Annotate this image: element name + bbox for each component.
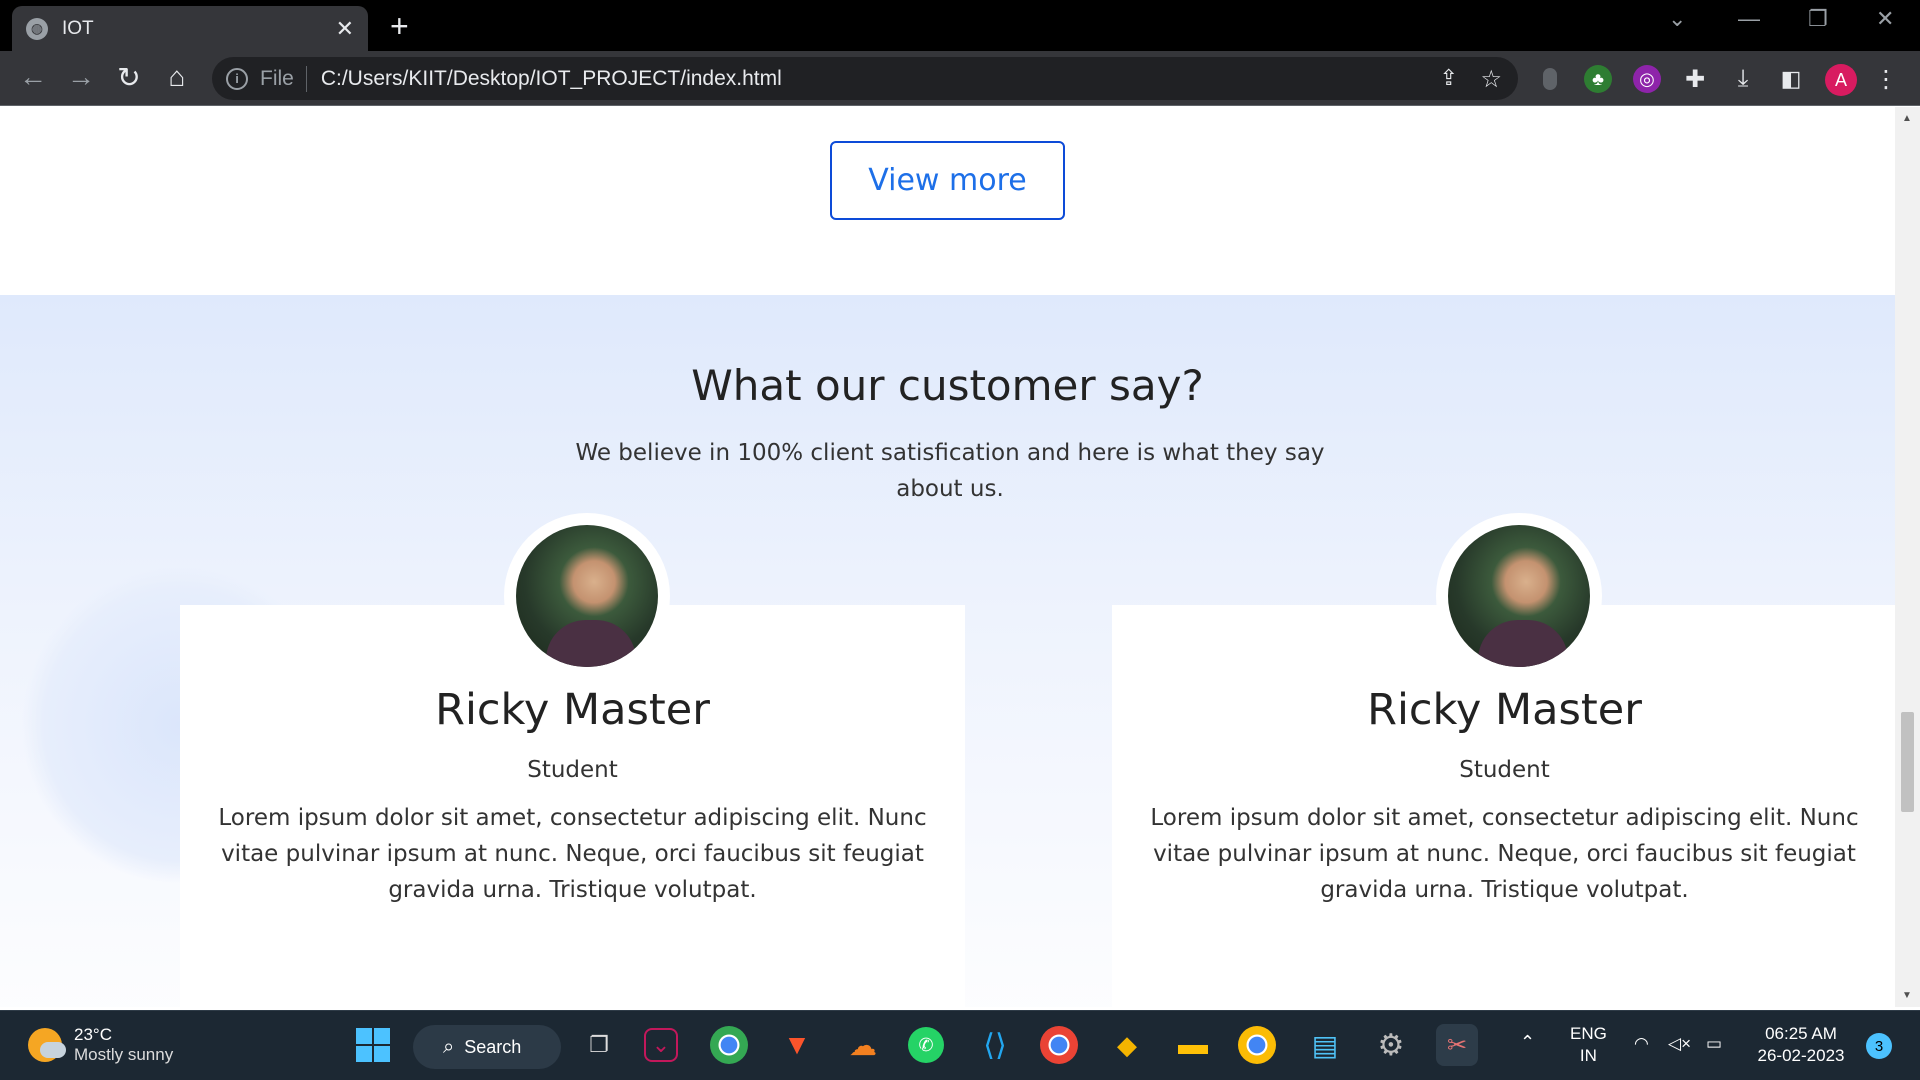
testimonial-name: Ricky Master [1367,685,1642,735]
extension-mouse-icon[interactable] [1543,68,1557,90]
scrollbar-thumb[interactable] [1901,712,1914,812]
clock-time: 06:25 AM [1765,1024,1837,1043]
section-subheading: We believe in 100% client satisfication … [575,440,1325,502]
notepad-icon[interactable]: ▤ [1304,1024,1346,1066]
language-indicator[interactable]: ENG IN [1570,1023,1607,1067]
weather-temp: 23°C [74,1025,112,1044]
chrome-profile-icon[interactable] [1040,1026,1078,1064]
testimonial-card: Ricky Master Student Lorem ipsum dolor s… [1112,513,1895,1007]
address-bar[interactable]: i File C:/Users/KIIT/Desktop/IOT_PROJECT… [212,57,1518,100]
address-divider [305,65,307,92]
snipping-tool-icon[interactable]: ✂ [1436,1024,1478,1066]
avatar-frame [1436,513,1602,679]
extensions-puzzle-icon[interactable]: ✚ [1681,65,1709,93]
task-view-icon[interactable]: ❐ [578,1024,620,1066]
taskbar-search[interactable]: ⌕ Search [413,1025,561,1069]
address-prefix: File [260,66,294,90]
restore-icon[interactable]: ❐ [1808,6,1828,32]
app-icon-kit[interactable]: ◆ [1106,1024,1148,1066]
tab-title: IOT [62,17,94,39]
weather-widget[interactable]: 23°C Mostly sunny [28,1025,173,1065]
bookmark-star-icon[interactable]: ☆ [1480,65,1502,94]
tab-close-icon[interactable]: ✕ [336,16,354,42]
scroll-down-arrow-icon[interactable]: ▼ [1902,990,1912,1001]
page-viewport: View more What our customer say? We beli… [0,107,1895,1007]
site-info-icon[interactable]: i [226,67,248,90]
search-icon: ⌕ [443,1035,455,1058]
windows-start-icon[interactable] [352,1024,394,1066]
home-icon[interactable]: ⌂ [160,61,194,93]
app-icon-valorant[interactable]: ⌄ [644,1028,678,1062]
battery-icon[interactable]: ▭ [1706,1033,1722,1055]
notification-badge[interactable]: 3 [1866,1033,1892,1059]
section-heading: What our customer say? [691,361,1204,410]
reload-icon[interactable]: ↻ [112,61,146,94]
brave-icon[interactable]: ▼ [776,1024,818,1066]
side-panel-icon[interactable]: ◧ [1777,65,1805,93]
language-code: ENG [1570,1024,1607,1043]
wifi-icon[interactable]: ◠ [1634,1033,1649,1055]
address-url[interactable]: C:/Users/KIIT/Desktop/IOT_PROJECT/index.… [321,67,782,91]
search-label: Search [464,1036,522,1057]
testimonials-section: What our customer say? We believe in 100… [0,295,1895,1007]
chrome-alt-profile-icon[interactable] [1238,1026,1276,1064]
browser-toolbar: ← → ↻ ⌂ i File C:/Users/KIIT/Desktop/IOT… [0,51,1920,106]
file-explorer-icon[interactable]: ▬ [1172,1024,1214,1066]
testimonial-role: Student [527,757,618,783]
browser-tab[interactable]: ◍ IOT ✕ [12,6,368,51]
avatar [1448,525,1590,667]
profile-avatar[interactable]: A [1825,64,1857,96]
tab-search-icon[interactable]: ⌄ [1668,6,1686,32]
chevron-up-icon[interactable]: ⌃ [1520,1031,1535,1053]
windows-taskbar: 23°C Mostly sunny ⌕ Search ❐ ⌄ ▼ ☁ ✆ ⟨⟩ … [0,1010,1920,1080]
menu-kebab-icon[interactable]: ⋮ [1872,65,1900,93]
view-more-button[interactable]: View more [830,141,1065,220]
testimonial-role: Student [1459,757,1550,783]
weather-desc: Mostly sunny [74,1045,174,1064]
testimonial-name: Ricky Master [435,685,710,735]
browser-tab-strip: ◍ IOT ✕ + ⌄ — ❐ ✕ [0,0,1920,51]
forward-icon[interactable]: → [64,61,98,93]
whatsapp-icon[interactable]: ✆ [908,1027,944,1063]
page-scrollbar[interactable]: ▲ ▼ [1895,107,1920,1007]
testimonial-card: Ricky Master Student Lorem ipsum dolor s… [180,513,965,1007]
volume-muted-icon[interactable]: ◁× [1668,1033,1691,1055]
new-tab-button[interactable]: + [390,8,409,45]
settings-gear-icon[interactable]: ⚙ [1370,1024,1412,1066]
scroll-up-arrow-icon[interactable]: ▲ [1902,113,1912,124]
clock-date: 26-02-2023 [1757,1046,1845,1065]
globe-icon: ◍ [26,17,48,40]
back-icon[interactable]: ← [16,61,50,93]
downloads-icon[interactable]: ⤓ [1729,65,1757,93]
avatar-frame [504,513,670,679]
minimize-icon[interactable]: — [1738,6,1760,32]
testimonial-text: Lorem ipsum dolor sit amet, consectetur … [1150,805,1859,903]
chrome-icon[interactable] [710,1026,748,1064]
window-close-icon[interactable]: ✕ [1876,6,1894,32]
weather-sun-icon [28,1028,66,1062]
clock[interactable]: 06:25 AM 26-02-2023 [1752,1023,1850,1067]
extension-vpn-icon[interactable]: ◎ [1633,65,1661,93]
extension-tree-icon[interactable]: ♣ [1584,65,1612,93]
avatar [516,525,658,667]
cloudflare-icon[interactable]: ☁ [842,1024,884,1066]
vscode-icon[interactable]: ⟨⟩ [974,1024,1016,1066]
testimonial-text: Lorem ipsum dolor sit amet, consectetur … [218,805,927,903]
region-code: IN [1579,1046,1597,1065]
share-icon[interactable]: ⇪ [1440,65,1458,91]
